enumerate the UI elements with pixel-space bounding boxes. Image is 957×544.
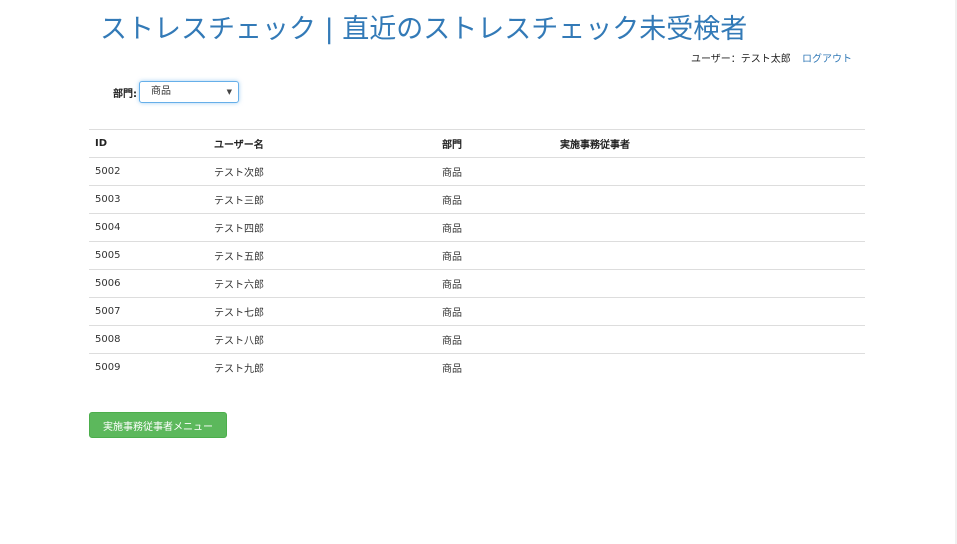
table-row: 5009 テスト九郎 商品: [89, 353, 865, 381]
table-row: 5007 テスト七郎 商品: [89, 297, 865, 326]
cell-practitioner: [554, 241, 865, 270]
cell-id: 5006: [89, 269, 208, 298]
user-bar: ユーザー：テスト太郎 ログアウト: [691, 53, 852, 67]
cell-department: 商品: [436, 157, 554, 186]
cell-id: 5009: [89, 353, 208, 381]
table-row: 5002 テスト次郎 商品: [89, 157, 865, 186]
cell-id: 5007: [89, 297, 208, 326]
cell-practitioner: [554, 185, 865, 214]
table-row: 5004 テスト四郎 商品: [89, 213, 865, 242]
cell-department: 商品: [436, 241, 554, 270]
table-row: 5005 テスト五郎 商品: [89, 241, 865, 270]
cell-department: 商品: [436, 297, 554, 326]
unexamined-users-table: ID ユーザー名 部門 実施事務従事者 5002 テスト次郎 商品 5003 テ…: [89, 129, 865, 381]
page-title: ストレスチェック | 直近のストレスチェック未受検者: [100, 14, 748, 45]
column-header-department: 部門: [436, 129, 554, 158]
cell-user-name: テスト六郎: [208, 269, 436, 298]
cell-practitioner: [554, 269, 865, 298]
table-row: 5006 テスト六郎 商品: [89, 269, 865, 298]
cell-department: 商品: [436, 353, 554, 381]
cell-practitioner: [554, 325, 865, 354]
table-row: 5003 テスト三郎 商品: [89, 185, 865, 214]
cell-user-name: テスト三郎: [208, 185, 436, 214]
column-header-id: ID: [89, 129, 208, 158]
cell-id: 5005: [89, 241, 208, 270]
department-filter-label: 部門:: [113, 88, 137, 100]
column-header-user-name: ユーザー名: [208, 129, 436, 158]
cell-user-name: テスト四郎: [208, 213, 436, 242]
cell-user-name: テスト九郎: [208, 353, 436, 381]
practitioner-menu-button[interactable]: 実施事務従事者メニュー: [89, 412, 227, 438]
cell-department: 商品: [436, 185, 554, 214]
cell-practitioner: [554, 297, 865, 326]
cell-id: 5002: [89, 157, 208, 186]
cell-id: 5004: [89, 213, 208, 242]
cell-department: 商品: [436, 325, 554, 354]
cell-practitioner: [554, 353, 865, 381]
logout-link[interactable]: ログアウト: [802, 54, 852, 65]
chevron-down-icon: ▼: [226, 88, 232, 96]
column-header-practitioner: 実施事務従事者: [554, 129, 865, 158]
current-user-label: ユーザー：テスト太郎: [691, 54, 791, 65]
table-row: 5008 テスト八郎 商品: [89, 325, 865, 354]
table-header-row: ID ユーザー名 部門 実施事務従事者: [89, 129, 865, 158]
department-select-value: 商品: [151, 86, 171, 97]
cell-id: 5003: [89, 185, 208, 214]
page: ストレスチェック | 直近のストレスチェック未受検者 ユーザー：テスト太郎 ログ…: [0, 0, 957, 544]
cell-user-name: テスト七郎: [208, 297, 436, 326]
cell-user-name: テスト五郎: [208, 241, 436, 270]
department-filter: 部門: 商品 ▼: [113, 81, 239, 103]
cell-user-name: テスト次郎: [208, 157, 436, 186]
cell-practitioner: [554, 213, 865, 242]
department-select[interactable]: 商品 ▼: [139, 81, 239, 103]
cell-practitioner: [554, 157, 865, 186]
cell-id: 5008: [89, 325, 208, 354]
cell-department: 商品: [436, 213, 554, 242]
cell-department: 商品: [436, 269, 554, 298]
cell-user-name: テスト八郎: [208, 325, 436, 354]
